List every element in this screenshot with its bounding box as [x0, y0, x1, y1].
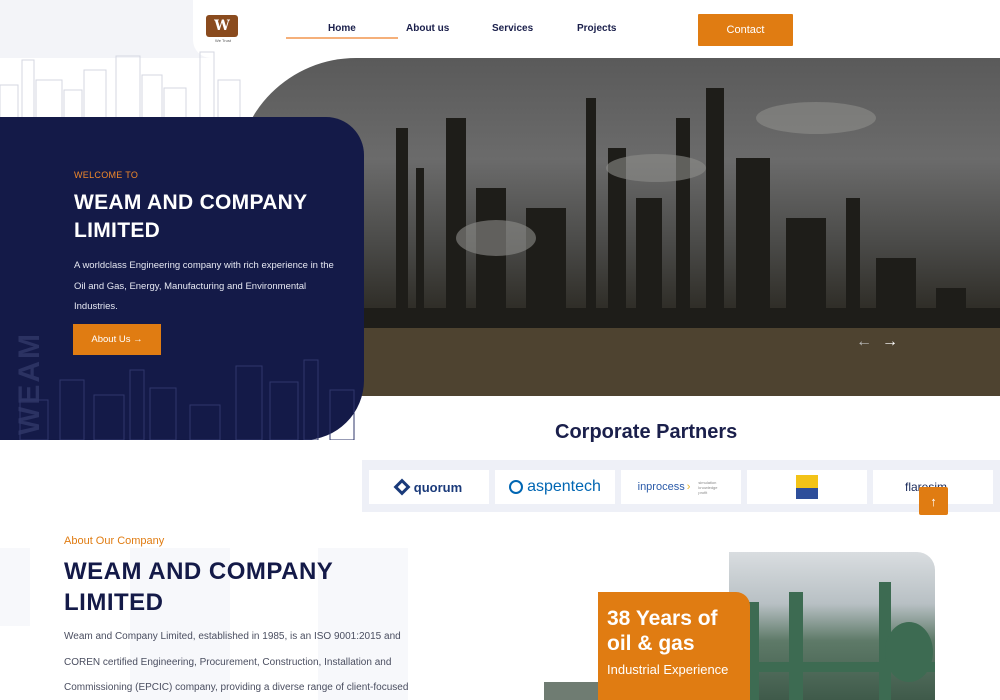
about-title: WEAM AND COMPANY LIMITED: [64, 558, 333, 616]
partner-label: quorum: [413, 479, 463, 495]
experience-years: 38 Years of oil & gas: [607, 607, 718, 655]
skyline-illustration-top: [0, 51, 241, 120]
partner-sub: simulation knowledge profit: [698, 479, 718, 495]
partner-aspentech[interactable]: aspentech: [495, 470, 615, 504]
about-us-button[interactable]: About Us →: [73, 324, 161, 355]
experience-subtitle: Industrial Experience: [607, 662, 729, 677]
partner-quorum[interactable]: quorum: [369, 470, 489, 504]
slider-prev-arrow[interactable]: ←: [856, 333, 872, 351]
partner-label: aspentech: [527, 478, 601, 495]
contact-button[interactable]: Contact: [698, 14, 793, 46]
ceneli-logo: [796, 475, 818, 499]
inprocess-chevron-icon: ›: [686, 481, 691, 493]
plant-photo: [729, 552, 935, 700]
partner-inprocess[interactable]: inprocess › simulation knowledge profit: [621, 470, 741, 504]
slider-next-arrow[interactable]: →: [882, 333, 898, 351]
hero-title: WEAM AND COMPANY LIMITED: [74, 191, 308, 242]
company-logo[interactable]: W We Trust: [206, 15, 240, 43]
logo-mark: W: [206, 15, 238, 37]
nav-about-us[interactable]: About us: [406, 23, 449, 34]
nav-home[interactable]: Home: [286, 23, 398, 39]
partners-heading: Corporate Partners: [555, 421, 738, 443]
partner-ceneli[interactable]: [747, 470, 867, 504]
hero-slider-controls: ← →: [856, 333, 906, 351]
partner-label: inprocess: [637, 481, 685, 493]
logo-tagline: We Trust: [215, 38, 231, 43]
decor-block: [0, 548, 30, 626]
plant-pipes-illustration: [729, 582, 935, 700]
nav-services[interactable]: Services: [492, 23, 533, 34]
about-description: Weam and Company Limited, established in…: [64, 631, 409, 693]
hero-welcome-label: WELCOME TO: [74, 170, 139, 180]
about-section-label: About Our Company: [64, 535, 165, 547]
scroll-to-top-button[interactable]: ↑: [919, 487, 948, 515]
hero-description: A worldclass Engineering company with ri…: [74, 260, 334, 312]
quorum-icon: [393, 478, 411, 496]
nav-projects[interactable]: Projects: [577, 23, 616, 34]
skyline-illustration-bottom: [19, 359, 355, 440]
aspentech-icon: [509, 480, 524, 494]
secondary-photo: [544, 682, 604, 700]
